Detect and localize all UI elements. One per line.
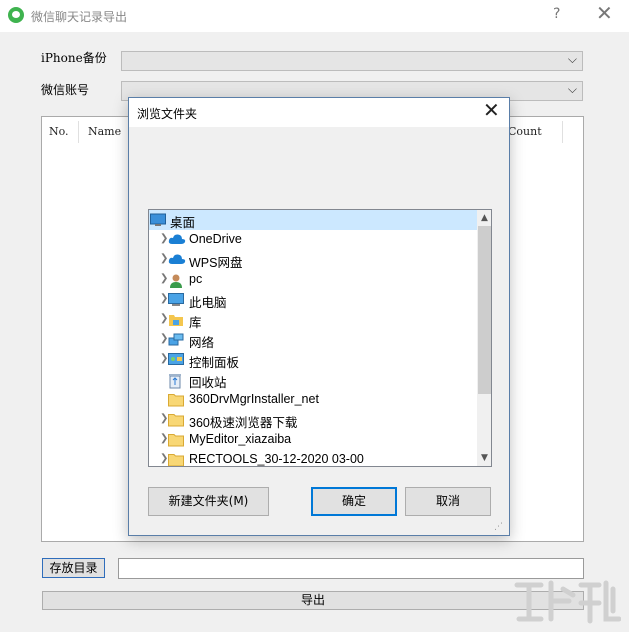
export-button[interactable]: 导出 [42, 591, 584, 610]
dialog-close-button[interactable]: ✕ [483, 100, 500, 120]
tree-item[interactable]: ❯ 网络 [149, 330, 477, 350]
tree-item-label: 此电脑 [189, 296, 227, 310]
title-bar: 微信聊天记录导出 ? ✕ [0, 0, 629, 32]
window-title: 微信聊天记录导出 [31, 10, 128, 24]
chevron-down-icon: ⌵ [567, 52, 577, 66]
tree-item-label: 库 [189, 316, 202, 330]
dialog-title-bar: 浏览文件夹 ✕ [129, 98, 509, 127]
tree-item[interactable]: ❯ WPS网盘 [149, 250, 477, 270]
tree-item-label: 控制面板 [189, 356, 240, 370]
tree-item-label: 360极速浏览器下载 [189, 416, 298, 430]
folder-icon [168, 453, 184, 466]
recycle-bin-icon [168, 373, 184, 389]
tree-item[interactable]: ❯ RECTOOLS_30-12-2020 03-00 [149, 450, 477, 466]
tree-item[interactable]: ❯ pc [149, 270, 477, 290]
scroll-up-icon[interactable]: ▲ [477, 210, 491, 226]
column-separator [562, 121, 563, 143]
close-button[interactable]: ✕ [596, 3, 613, 23]
user-icon [168, 273, 184, 288]
tree-item[interactable]: 桌面 [149, 210, 477, 230]
scrollbar-thumb[interactable] [478, 226, 491, 394]
folder-tree[interactable]: ❯ RECTOOLS_30-12-2020 03-00 ❯ MyEditor_xiaz… [148, 209, 492, 467]
tree-item-label: 桌面 [170, 216, 196, 230]
tree-item-label: OneDrive [189, 232, 242, 246]
tree-item-label: RECTOOLS_30-12-2020 03-00 [189, 452, 364, 466]
resize-grip-icon[interactable]: ⋰ [494, 522, 503, 532]
browse-folder-dialog: 浏览文件夹 ✕ ❯ RECTOOLS_30-12-2020 03-00 ❯ MyEdi… [128, 97, 510, 536]
tree-item-label: 网络 [189, 336, 215, 350]
chevron-down-icon: ⌵ [567, 82, 577, 96]
tree-item-label: MyEditor_xiazaiba [189, 432, 292, 446]
tree-item[interactable]: 360DrvMgrInstaller_net [149, 390, 477, 410]
cancel-button[interactable]: 取消 [405, 487, 491, 516]
scroll-down-icon[interactable]: ▼ [477, 450, 491, 466]
cloud-icon [168, 253, 186, 267]
dialog-title: 浏览文件夹 [137, 107, 198, 121]
cloud-icon [168, 233, 186, 247]
tree-item[interactable]: ❯ 库 [149, 310, 477, 330]
storage-directory-button[interactable]: 存放目录 [42, 558, 105, 578]
control-panel-icon [168, 353, 184, 367]
column-header-count[interactable]: Count [508, 125, 542, 138]
computer-icon [168, 293, 184, 307]
tree-item[interactable]: ❯ 360极速浏览器下载 [149, 410, 477, 430]
folder-icon [168, 433, 184, 447]
column-header-no[interactable]: No. [49, 125, 69, 138]
column-header-name[interactable]: Name [88, 125, 121, 138]
network-icon [168, 333, 184, 347]
library-icon [168, 313, 184, 327]
folder-icon [168, 393, 184, 407]
new-folder-button[interactable]: 新建文件夹(M) [148, 487, 269, 516]
backup-label: iPhone备份 [41, 51, 107, 65]
tree-item-label: 回收站 [189, 376, 227, 390]
tree-item[interactable]: ❯ OneDrive [149, 230, 477, 250]
tree-item[interactable]: ❯ 控制面板 [149, 350, 477, 370]
tree-item[interactable]: 回收站 [149, 370, 477, 390]
tree-item-label: WPS网盘 [189, 256, 243, 270]
account-label: 微信账号 [41, 83, 90, 97]
ok-button[interactable]: 确定 [311, 487, 397, 516]
folder-icon [168, 413, 184, 427]
backup-combobox[interactable]: ⌵ [121, 51, 583, 71]
wechat-app-icon [8, 7, 24, 23]
tree-item[interactable]: ❯ MyEditor_xiazaiba [149, 430, 477, 450]
tree-item-label: pc [189, 272, 203, 286]
tree-scrollbar[interactable]: ▲ ▼ [477, 210, 491, 466]
tree-item[interactable]: ❯ 此电脑 [149, 290, 477, 310]
column-separator [78, 121, 79, 143]
desktop-icon [150, 213, 166, 227]
watermark-logo [514, 580, 621, 624]
tree-item-label: 360DrvMgrInstaller_net [189, 392, 319, 406]
help-button[interactable]: ? [553, 6, 560, 22]
